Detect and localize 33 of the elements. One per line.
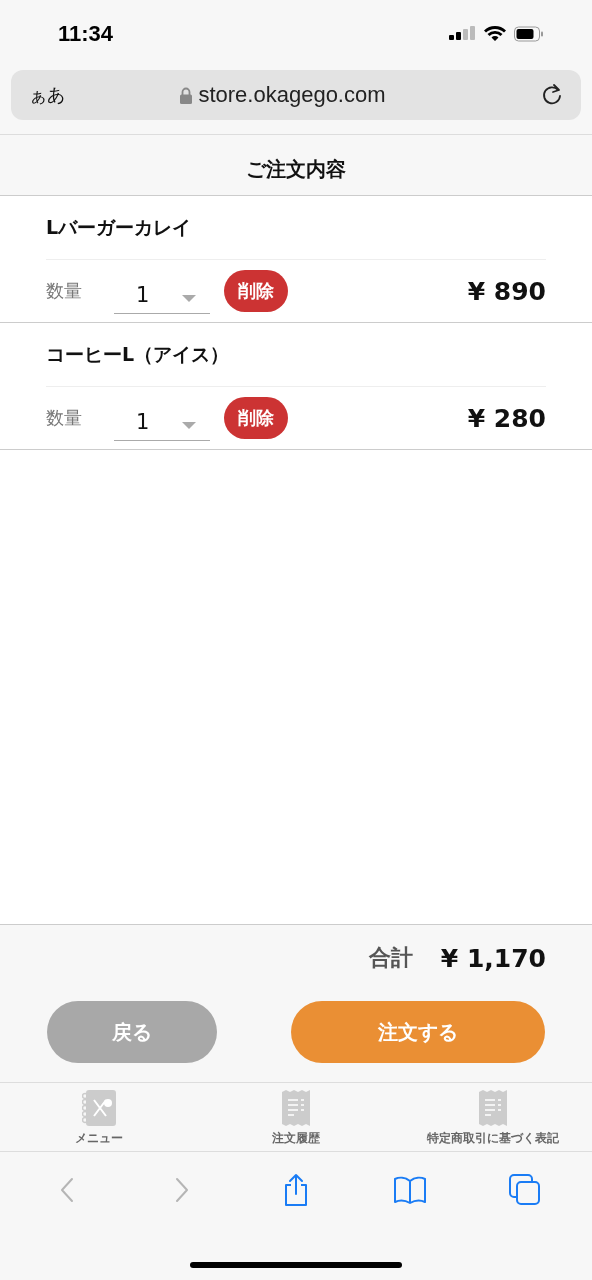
lock-icon <box>180 86 193 104</box>
quantity-label: 数量 <box>46 279 83 303</box>
page-title: ご注文内容 <box>246 155 346 183</box>
text-size-button[interactable]: ぁあ <box>29 83 65 107</box>
signal-icon <box>449 26 476 42</box>
tab-item[interactable]: メニュー <box>0 1083 198 1151</box>
tab-item[interactable]: 注文履歴 <box>197 1083 395 1151</box>
quantity-label: 数量 <box>46 406 83 430</box>
item-name: Lバーガーカレイ <box>46 196 546 260</box>
receipt-icon <box>479 1090 508 1126</box>
menu-book-icon <box>81 1090 116 1126</box>
caret-icon <box>182 295 196 302</box>
caret-icon <box>182 422 196 429</box>
item-price: ¥ 890 <box>467 276 546 306</box>
item-price: ¥ 280 <box>467 403 546 433</box>
total-price: ¥ 1,170 <box>440 943 546 973</box>
tabs-icon[interactable] <box>508 1174 541 1206</box>
battery-icon <box>514 26 544 42</box>
url-text: store.okagego.com <box>198 82 386 108</box>
quantity-select[interactable]: 1 <box>114 403 210 441</box>
status-time: 11:34 <box>58 21 114 47</box>
receipt-icon <box>282 1090 310 1126</box>
item-name: コーヒーL（アイス） <box>46 323 546 387</box>
delete-button[interactable]: 削除 <box>224 397 288 439</box>
total-label: 合計 <box>368 944 413 972</box>
address-bar[interactable]: ぁあ store.okagego.com <box>11 70 581 120</box>
delete-button[interactable]: 削除 <box>224 270 288 312</box>
share-icon[interactable] <box>282 1173 309 1207</box>
quantity-select[interactable]: 1 <box>114 276 210 314</box>
tab-item[interactable]: 特定商取引に基づく表記 <box>394 1083 592 1151</box>
book-icon[interactable] <box>393 1176 428 1204</box>
reload-icon <box>541 83 563 107</box>
wifi-icon <box>484 26 506 42</box>
